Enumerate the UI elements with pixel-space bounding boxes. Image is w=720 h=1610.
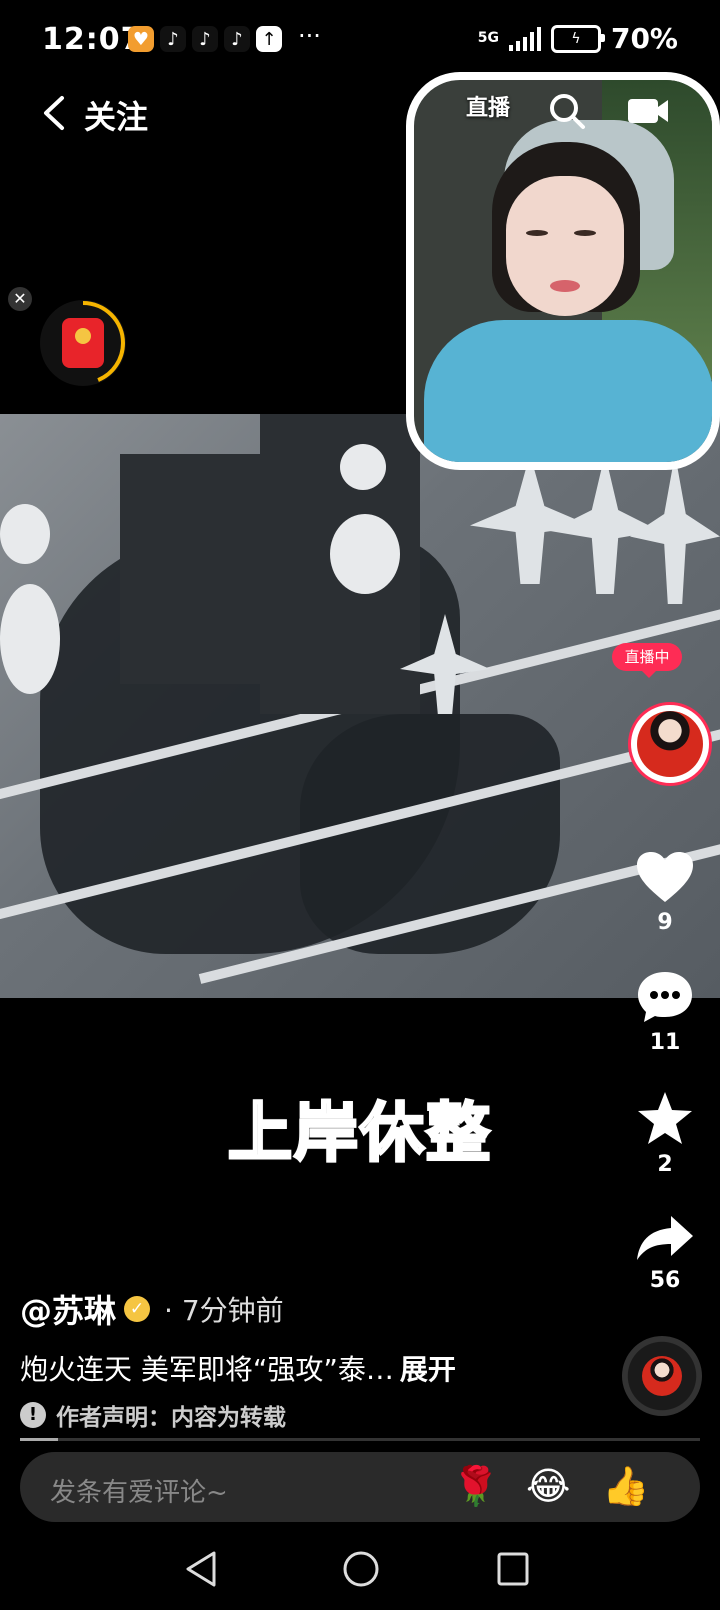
favorite-count: 2 bbox=[657, 1152, 673, 1177]
tiktok-icon: ♪ bbox=[224, 26, 250, 52]
comment-placeholder[interactable]: 发条有爱评论~ bbox=[50, 1472, 228, 1509]
back-button[interactable] bbox=[40, 95, 66, 131]
avatar[interactable] bbox=[628, 702, 712, 786]
camera-icon[interactable] bbox=[626, 96, 670, 130]
like-count: 9 bbox=[657, 910, 673, 935]
video-caption: 上岸休整 bbox=[227, 1096, 492, 1173]
tiktok-icon: ♪ bbox=[192, 26, 218, 52]
rose-emoji-button[interactable]: 🌹 bbox=[452, 1464, 499, 1509]
author-notice: ! 作者声明：内容为转载 bbox=[20, 1398, 286, 1432]
laugh-emoji-button[interactable]: 😂 bbox=[526, 1464, 570, 1508]
page-title: 关注 bbox=[84, 98, 149, 136]
status-more: ··· bbox=[298, 22, 321, 50]
battery-percent: 70% bbox=[610, 22, 678, 55]
comment-button[interactable]: 11 bbox=[620, 970, 710, 1055]
author-row: @苏琳 ✓ · 7分钟前 bbox=[20, 1286, 284, 1332]
signal-icon bbox=[508, 26, 541, 51]
search-icon[interactable] bbox=[548, 92, 586, 134]
heart-icon bbox=[637, 852, 693, 902]
post-description: 炮火连天 美军即将“强攻”泰… 展开 bbox=[20, 1348, 456, 1388]
nav-recents-button[interactable] bbox=[496, 1550, 530, 1592]
share-button[interactable]: 56 bbox=[620, 1214, 710, 1293]
share-icon bbox=[637, 1216, 693, 1260]
nav-home-button[interactable] bbox=[342, 1550, 380, 1592]
video-progress[interactable] bbox=[20, 1438, 700, 1441]
thumbs-up-emoji-button[interactable]: 👍 bbox=[602, 1464, 649, 1509]
status-right: 5G ϟ 70% bbox=[478, 22, 678, 55]
tiktok-icon: ♪ bbox=[160, 26, 186, 52]
status-app-icons: ♥ ♪ ♪ ♪ ↑ bbox=[128, 26, 282, 52]
like-button[interactable]: 9 bbox=[620, 850, 710, 935]
live-badge: 直播中 bbox=[612, 643, 682, 678]
share-count: 56 bbox=[649, 1268, 681, 1293]
favorite-button[interactable]: 2 bbox=[620, 1090, 710, 1177]
comment-icon bbox=[638, 972, 692, 1022]
description-text: 炮火连天 美军即将“强攻”泰… bbox=[20, 1353, 394, 1386]
alert-icon: ! bbox=[20, 1402, 46, 1428]
battery-icon: ϟ bbox=[550, 24, 605, 53]
video-frame[interactable] bbox=[0, 414, 720, 998]
heart-app-icon: ♥ bbox=[128, 26, 154, 52]
live-button[interactable]: 直播 bbox=[466, 90, 510, 122]
verified-icon: ✓ bbox=[124, 1296, 151, 1322]
post-time: · 7分钟前 bbox=[164, 1294, 284, 1327]
nav-back-button[interactable] bbox=[184, 1550, 218, 1592]
network-type: 5G bbox=[477, 30, 499, 46]
star-icon bbox=[638, 1092, 692, 1144]
comment-count: 11 bbox=[649, 1030, 681, 1055]
upload-icon: ↑ bbox=[256, 26, 282, 52]
notice-text: 作者声明：内容为转载 bbox=[56, 1405, 286, 1431]
music-disc[interactable] bbox=[622, 1336, 702, 1416]
red-packet-icon[interactable] bbox=[62, 318, 104, 368]
expand-link[interactable]: 展开 bbox=[400, 1353, 456, 1386]
close-icon[interactable]: ✕ bbox=[8, 287, 32, 311]
author-name[interactable]: @苏琳 bbox=[20, 1286, 116, 1332]
